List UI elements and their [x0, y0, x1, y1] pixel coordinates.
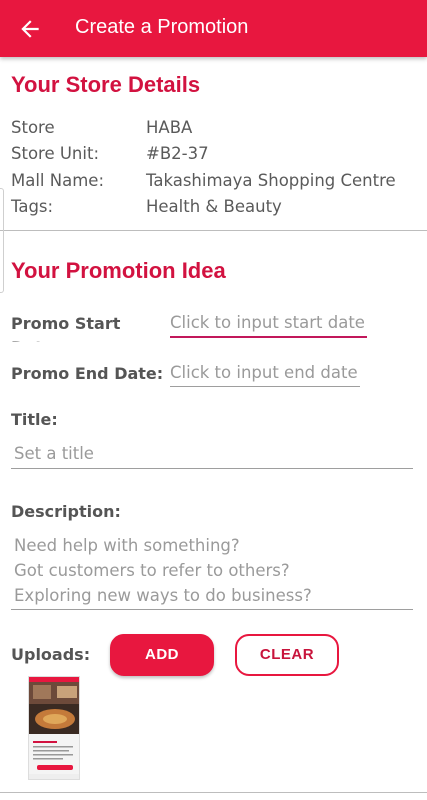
tags-label: Tags:: [11, 197, 54, 216]
description-textarea[interactable]: Need help with something? Got customers …: [11, 536, 413, 610]
uploads-label: Uploads:: [11, 645, 91, 664]
title-label: Title:: [11, 410, 58, 429]
store-details-heading: Your Store Details: [11, 72, 201, 97]
title-underline: [11, 468, 413, 469]
store-unit-label: Store Unit:: [11, 144, 100, 163]
uploaded-image-thumbnail[interactable]: [28, 676, 80, 780]
drawer-edge-handle[interactable]: [0, 188, 4, 293]
start-date-underline: [170, 336, 367, 338]
description-underline: [11, 609, 413, 610]
description-placeholder-line: Got customers to refer to others?: [14, 561, 290, 580]
start-date-input[interactable]: Click to input start date: [170, 313, 365, 332]
page-title: Create a Promotion: [75, 16, 249, 38]
section-divider: [0, 230, 427, 231]
tags-value: Health & Beauty: [146, 197, 282, 216]
arrow-left-icon[interactable]: [17, 16, 43, 42]
store-unit-value: #B2-37: [146, 144, 209, 163]
bottom-divider: [0, 792, 427, 793]
mall-name-label: Mall Name:: [11, 171, 104, 190]
description-placeholder-line: Need help with something?: [14, 536, 240, 555]
clear-button[interactable]: CLEAR: [235, 634, 339, 676]
end-date-input[interactable]: Click to input end date: [170, 363, 358, 382]
title-input[interactable]: Set a title: [14, 444, 94, 463]
description-placeholder-line: Exploring new ways to do business?: [14, 586, 312, 605]
start-date-label: Promo Start Date:: [11, 314, 121, 342]
promotion-idea-heading: Your Promotion Idea: [11, 258, 226, 283]
uploaded-image: [29, 677, 79, 779]
store-value: HABA: [146, 118, 193, 137]
description-label: Description:: [11, 502, 121, 521]
store-label: Store: [11, 118, 55, 137]
start-date-label-clip: Promo Start Date:: [11, 312, 161, 342]
add-button[interactable]: ADD: [110, 634, 214, 676]
mall-name-value: Takashimaya Shopping Centre: [146, 171, 396, 190]
app-bar: Create a Promotion: [0, 0, 427, 57]
end-date-label: Promo End Date:: [11, 364, 164, 383]
end-date-underline: [170, 386, 360, 387]
